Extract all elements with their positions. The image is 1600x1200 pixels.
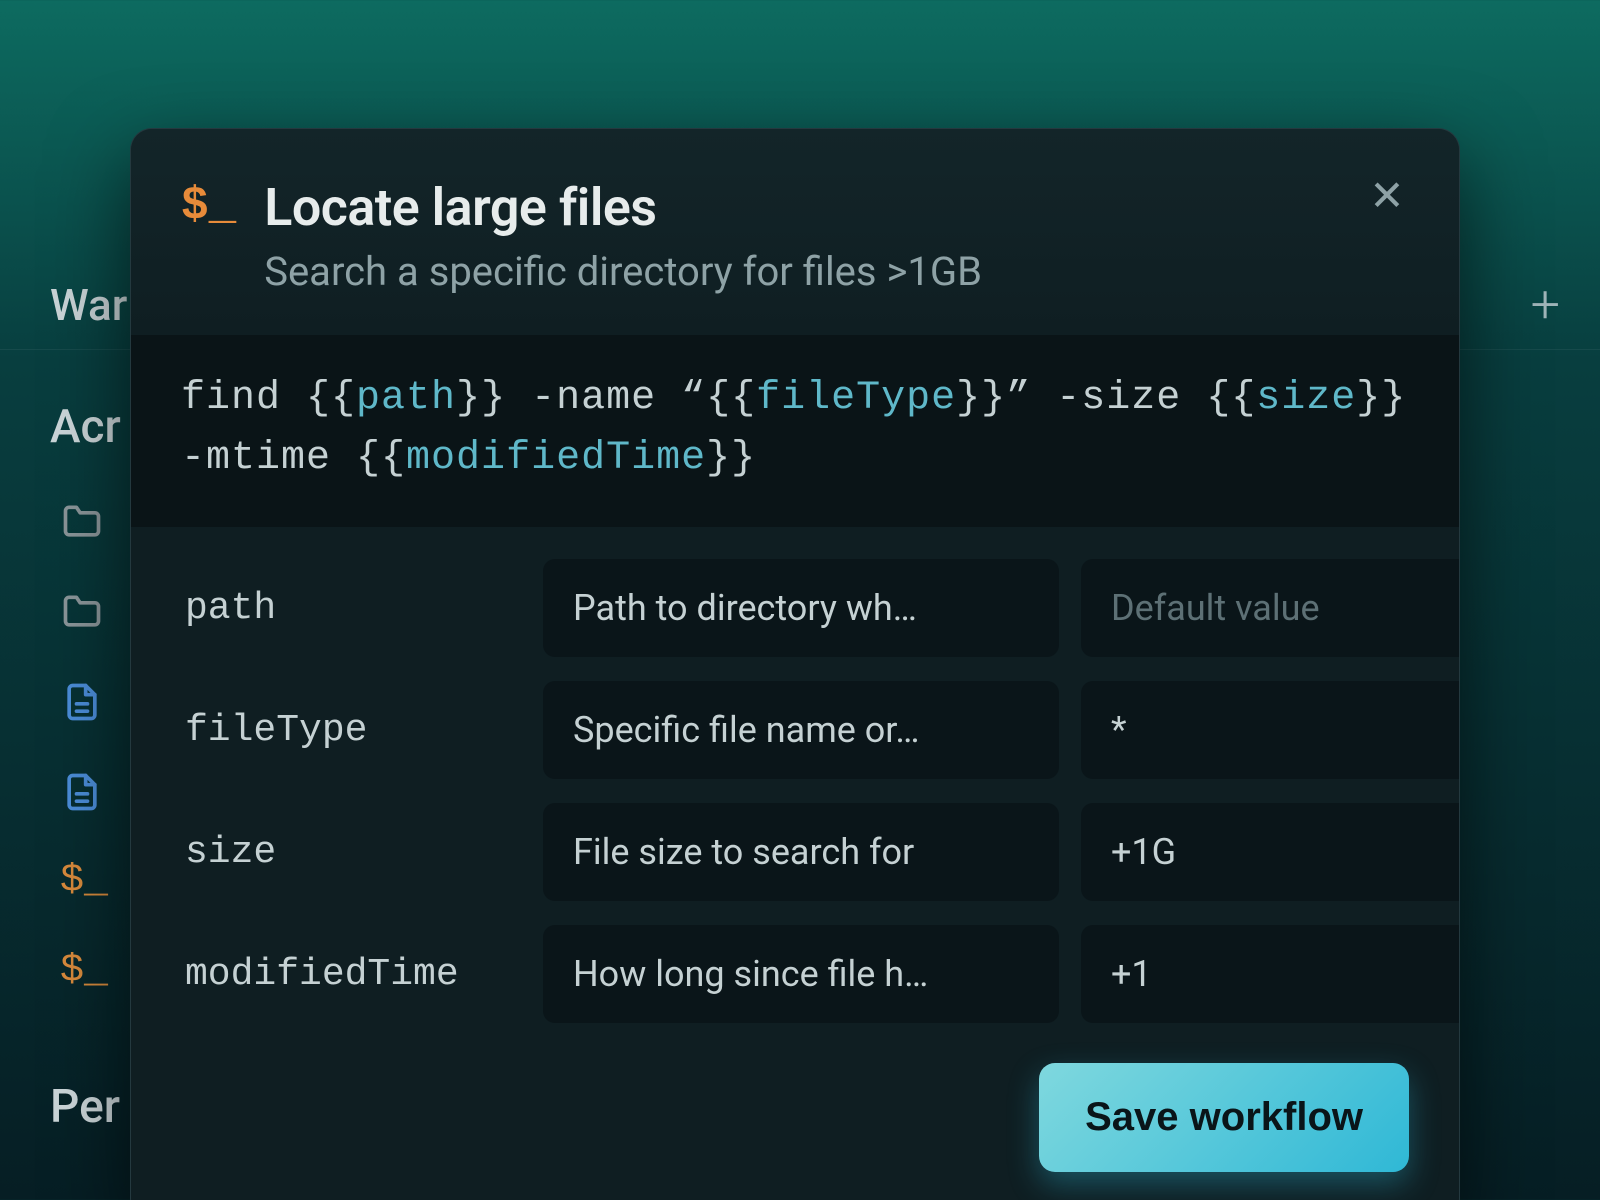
modal-footer: Save workflow bbox=[131, 1023, 1459, 1200]
add-tab-button[interactable]: + bbox=[1531, 279, 1560, 331]
param-default-input[interactable] bbox=[1081, 925, 1460, 1023]
prompt-icon[interactable]: $_ bbox=[60, 860, 104, 904]
modal-header: $_ Locate large files Search a specific … bbox=[131, 129, 1459, 335]
param-default-input[interactable] bbox=[1081, 681, 1460, 779]
file-icon[interactable] bbox=[60, 770, 104, 814]
folder-icon[interactable] bbox=[60, 500, 104, 544]
parameter-list: path fileType size modifiedTime bbox=[131, 527, 1459, 1023]
folder-icon[interactable] bbox=[60, 590, 104, 634]
param-name: modifiedTime bbox=[181, 953, 521, 996]
param-name: path bbox=[181, 587, 521, 630]
close-icon[interactable]: ✕ bbox=[1363, 173, 1411, 221]
file-icon[interactable] bbox=[60, 680, 104, 724]
modal-title: Locate large files bbox=[264, 177, 1409, 238]
param-description-input[interactable] bbox=[543, 681, 1059, 779]
sidebar-item-list: $_ $_ bbox=[60, 500, 104, 994]
param-description-input[interactable] bbox=[543, 925, 1059, 1023]
param-description-input[interactable] bbox=[543, 559, 1059, 657]
param-description-input[interactable] bbox=[543, 803, 1059, 901]
workflow-editor-modal: $_ Locate large files Search a specific … bbox=[130, 128, 1460, 1200]
save-workflow-button[interactable]: Save workflow bbox=[1039, 1063, 1409, 1172]
param-row: fileType bbox=[181, 681, 1409, 779]
modal-subtitle: Search a specific directory for files >1… bbox=[264, 248, 1409, 295]
section-heading-2: Per bbox=[50, 1080, 120, 1134]
tab-label[interactable]: War bbox=[50, 279, 127, 331]
param-row: size bbox=[181, 803, 1409, 901]
param-row: path bbox=[181, 559, 1409, 657]
param-default-input[interactable] bbox=[1081, 803, 1460, 901]
param-name: size bbox=[181, 831, 521, 874]
section-heading-1: Acr bbox=[50, 400, 121, 454]
prompt-icon: $_ bbox=[181, 183, 236, 229]
command-template[interactable]: find {{path}} -name “{{fileType}}” -size… bbox=[131, 335, 1459, 527]
prompt-icon[interactable]: $_ bbox=[60, 950, 104, 994]
param-row: modifiedTime bbox=[181, 925, 1409, 1023]
param-default-input[interactable] bbox=[1081, 559, 1460, 657]
param-name: fileType bbox=[181, 709, 521, 752]
